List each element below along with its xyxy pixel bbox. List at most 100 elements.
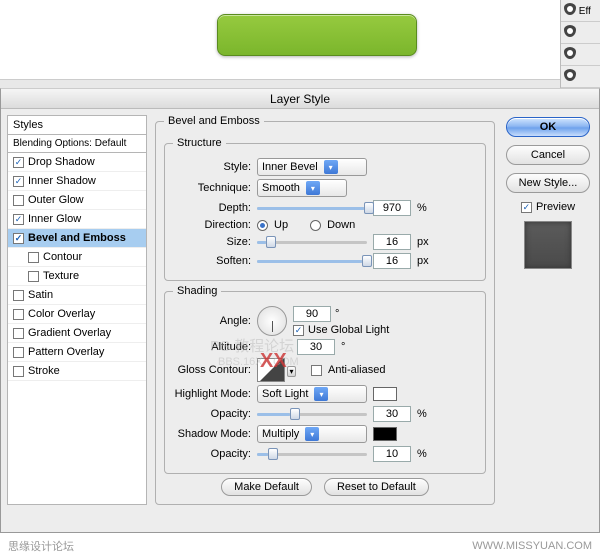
style-checkbox[interactable]: [13, 214, 24, 225]
eye-icon[interactable]: [564, 69, 576, 81]
global-light-label: Use Global Light: [308, 324, 389, 336]
blending-options-header[interactable]: Blending Options: Default: [7, 135, 147, 153]
soften-slider[interactable]: [257, 254, 367, 268]
chevron-down-icon: ▾: [287, 366, 296, 377]
chevron-down-icon: ▾: [306, 181, 320, 195]
style-list-item[interactable]: Contour: [8, 248, 146, 267]
highlight-mode-label: Highlight Mode:: [173, 388, 251, 400]
styles-header[interactable]: Styles: [7, 115, 147, 135]
shadow-mode-dropdown[interactable]: Multiply▾: [257, 425, 367, 443]
style-item-label: Outer Glow: [28, 194, 84, 206]
highlight-color-swatch[interactable]: [373, 387, 397, 401]
size-slider[interactable]: [257, 235, 367, 249]
style-list-item[interactable]: Bevel and Emboss: [8, 229, 146, 248]
structure-legend: Structure: [173, 137, 226, 149]
style-list-item[interactable]: Pattern Overlay: [8, 343, 146, 362]
document-canvas: [0, 0, 600, 80]
highlight-opacity-unit: %: [417, 408, 427, 420]
green-button-layer: [217, 14, 417, 56]
eye-icon[interactable]: [564, 25, 576, 37]
structure-group: Structure Style: Inner Bevel▾ Technique:…: [164, 137, 486, 281]
shadow-color-swatch[interactable]: [373, 427, 397, 441]
highlight-opacity-label: Opacity:: [173, 408, 251, 420]
style-list-item[interactable]: Inner Shadow: [8, 172, 146, 191]
shadow-opacity-label: Opacity:: [173, 448, 251, 460]
angle-input[interactable]: 90: [293, 306, 331, 322]
styles-sidebar: Styles Blending Options: Default Drop Sh…: [7, 115, 147, 526]
style-item-label: Gradient Overlay: [28, 327, 111, 339]
reset-default-button[interactable]: Reset to Default: [324, 478, 429, 496]
gloss-contour-picker[interactable]: ▾: [257, 358, 285, 382]
style-checkbox[interactable]: [13, 328, 24, 339]
shading-group: Shading Angle: 90 ° Use Global Light: [164, 285, 486, 474]
size-input[interactable]: 16: [373, 234, 411, 250]
style-checkbox[interactable]: [13, 347, 24, 358]
layers-panel-snippet: Eff: [560, 0, 600, 88]
style-item-label: Contour: [43, 251, 82, 263]
style-item-label: Pattern Overlay: [28, 346, 104, 358]
effects-label: Eff: [579, 6, 591, 17]
style-list-item[interactable]: Satin: [8, 286, 146, 305]
style-item-label: Texture: [43, 270, 79, 282]
style-list-item[interactable]: Gradient Overlay: [8, 324, 146, 343]
style-item-label: Stroke: [28, 365, 60, 377]
style-checkbox[interactable]: [28, 252, 39, 263]
style-list-item[interactable]: Texture: [8, 267, 146, 286]
style-dropdown[interactable]: Inner Bevel▾: [257, 158, 367, 176]
style-checkbox[interactable]: [13, 290, 24, 301]
ok-button[interactable]: OK: [506, 117, 590, 137]
altitude-input[interactable]: 30: [297, 339, 335, 355]
page-footer: 思缘设计论坛 WWW.MISSYUAN.COM: [0, 533, 600, 558]
antialiased-checkbox[interactable]: [311, 365, 322, 376]
down-label: Down: [327, 219, 355, 231]
soften-label: Soften:: [173, 255, 251, 267]
highlight-opacity-slider[interactable]: [257, 407, 367, 421]
preview-label: Preview: [536, 201, 575, 213]
style-checkbox[interactable]: [13, 195, 24, 206]
style-checkbox[interactable]: [13, 309, 24, 320]
new-style-button[interactable]: New Style...: [506, 173, 590, 193]
style-checkbox[interactable]: [13, 157, 24, 168]
shadow-opacity-unit: %: [417, 448, 427, 460]
soften-unit: px: [417, 255, 429, 267]
style-checkbox[interactable]: [28, 271, 39, 282]
style-item-label: Color Overlay: [28, 308, 95, 320]
style-list-item[interactable]: Drop Shadow: [8, 153, 146, 172]
depth-input[interactable]: 970: [373, 200, 411, 216]
style-list-item[interactable]: Stroke: [8, 362, 146, 381]
chevron-down-icon: ▾: [314, 387, 328, 401]
technique-label: Technique:: [173, 182, 251, 194]
shadow-opacity-input[interactable]: 10: [373, 446, 411, 462]
bevel-emboss-group: Bevel and Emboss Structure Style: Inner …: [155, 115, 495, 505]
soften-input[interactable]: 16: [373, 253, 411, 269]
size-label: Size:: [173, 236, 251, 248]
depth-label: Depth:: [173, 202, 251, 214]
technique-dropdown[interactable]: Smooth▾: [257, 179, 347, 197]
style-checkbox[interactable]: [13, 233, 24, 244]
highlight-opacity-input[interactable]: 30: [373, 406, 411, 422]
style-checkbox[interactable]: [13, 366, 24, 377]
direction-up-radio[interactable]: [257, 220, 268, 231]
cancel-button[interactable]: Cancel: [506, 145, 590, 165]
angle-dial[interactable]: [257, 306, 287, 336]
footer-right: WWW.MISSYUAN.COM: [472, 540, 592, 552]
dialog-title: Layer Style: [1, 89, 599, 109]
style-list-item[interactable]: Inner Glow: [8, 210, 146, 229]
global-light-checkbox[interactable]: [293, 325, 304, 336]
shadow-opacity-slider[interactable]: [257, 447, 367, 461]
make-default-button[interactable]: Make Default: [221, 478, 312, 496]
depth-slider[interactable]: [257, 201, 367, 215]
size-unit: px: [417, 236, 429, 248]
eye-icon[interactable]: [564, 3, 576, 15]
style-checkbox[interactable]: [13, 176, 24, 187]
antialiased-label: Anti-aliased: [328, 364, 385, 376]
direction-label: Direction:: [173, 219, 251, 231]
style-list-item[interactable]: Color Overlay: [8, 305, 146, 324]
preview-checkbox[interactable]: [521, 202, 532, 213]
highlight-mode-dropdown[interactable]: Soft Light▾: [257, 385, 367, 403]
angle-label: Angle:: [173, 315, 251, 327]
direction-down-radio[interactable]: [310, 220, 321, 231]
altitude-unit: °: [341, 341, 345, 353]
style-list-item[interactable]: Outer Glow: [8, 191, 146, 210]
eye-icon[interactable]: [564, 47, 576, 59]
